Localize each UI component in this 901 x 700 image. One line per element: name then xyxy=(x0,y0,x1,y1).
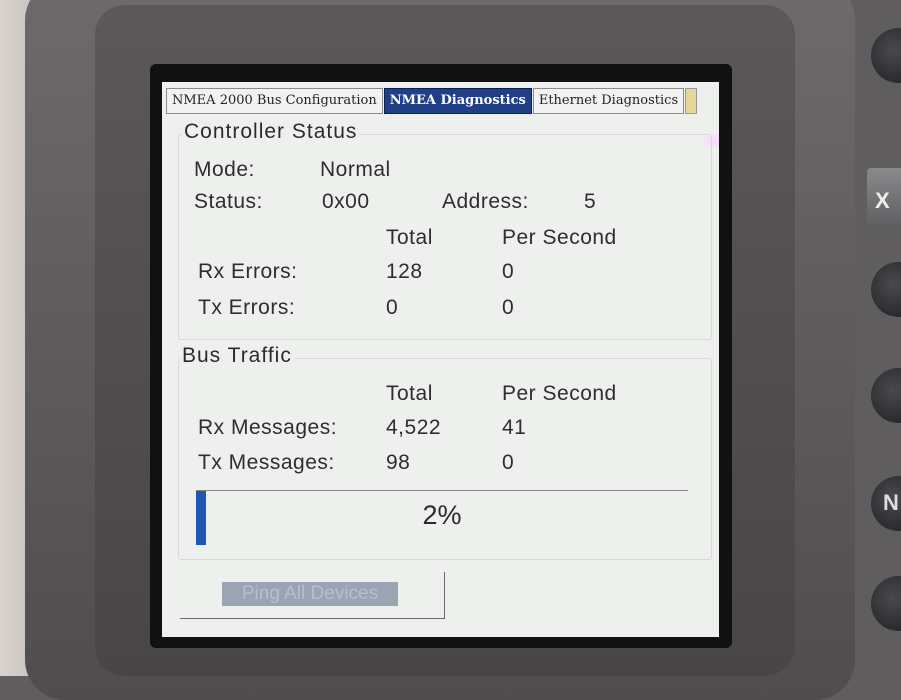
hardware-button-5[interactable] xyxy=(871,576,901,631)
hardware-button-top[interactable] xyxy=(871,28,901,83)
hardware-button-n[interactable]: N xyxy=(871,476,901,531)
bus-load-progress-bar: 2% xyxy=(196,490,688,545)
ping-all-devices-button[interactable]: Ping All Devices xyxy=(180,572,445,619)
mode-value: Normal xyxy=(320,158,391,181)
tx-errors-label: Tx Errors: xyxy=(198,296,296,319)
traffic-total-header: Total xyxy=(386,382,433,405)
hardware-button-x[interactable]: X xyxy=(867,168,901,230)
tx-errors-per-second: 0 xyxy=(502,296,515,319)
ping-all-devices-label: Ping All Devices xyxy=(222,582,398,606)
rx-messages-total: 4,522 xyxy=(386,416,442,439)
hardware-button-3[interactable] xyxy=(871,368,901,423)
errors-total-header: Total xyxy=(386,226,433,249)
progress-track xyxy=(196,490,688,491)
diagnostics-screen: NMEA 2000 Bus Configuration NMEA Diagnos… xyxy=(162,82,719,637)
mode-label: Mode: xyxy=(194,158,255,181)
bus-traffic-title: Bus Traffic xyxy=(180,344,294,368)
errors-per-second-header: Per Second xyxy=(502,226,617,249)
rx-errors-label: Rx Errors: xyxy=(198,260,298,283)
address-value: 5 xyxy=(584,190,597,213)
tx-errors-total: 0 xyxy=(386,296,399,319)
tab-bar: NMEA 2000 Bus Configuration NMEA Diagnos… xyxy=(166,88,698,114)
status-label: Status: xyxy=(194,190,263,213)
tx-messages-total: 98 xyxy=(386,451,411,474)
rx-messages-per-second: 41 xyxy=(502,416,527,439)
rx-errors-per-second: 0 xyxy=(502,260,515,283)
rx-errors-total: 128 xyxy=(386,260,423,283)
x-glyph: X xyxy=(875,188,890,213)
status-value: 0x00 xyxy=(322,190,370,213)
tx-messages-label: Tx Messages: xyxy=(198,451,335,474)
hardware-button-2[interactable] xyxy=(871,262,901,317)
tab-bus-configuration[interactable]: NMEA 2000 Bus Configuration xyxy=(166,88,383,114)
rx-messages-label: Rx Messages: xyxy=(198,416,338,439)
traffic-per-second-header: Per Second xyxy=(502,382,617,405)
tab-scroll-indicator[interactable] xyxy=(685,88,698,114)
bus-load-percent: 2% xyxy=(422,500,462,530)
tab-ethernet-diagnostics[interactable]: Ethernet Diagnostics xyxy=(532,88,685,114)
controller-status-title: Controller Status xyxy=(182,120,360,144)
tx-messages-per-second: 0 xyxy=(502,451,515,474)
tab-nmea-diagnostics[interactable]: NMEA Diagnostics xyxy=(383,88,532,114)
n-glyph: N xyxy=(883,490,899,515)
address-label: Address: xyxy=(442,190,529,213)
